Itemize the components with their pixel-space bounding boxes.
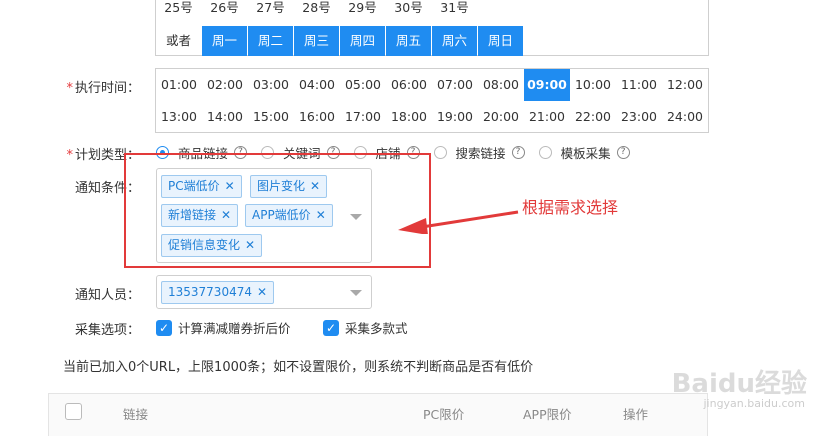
weekday-wed[interactable]: 周三 [294, 26, 339, 56]
watermark-url: jingyan.baidu.com [703, 397, 805, 410]
time-cell[interactable]: 07:00 [432, 69, 478, 101]
checkbox-label: 计算满减赠券折后价 [178, 321, 291, 336]
time-cell[interactable]: 24:00 [662, 101, 708, 133]
time-cell[interactable]: 01:00 [156, 69, 202, 101]
column-header-app-price: APP限价 [523, 407, 572, 422]
time-cell[interactable]: 18:00 [386, 101, 432, 133]
time-cell[interactable]: 12:00 [662, 69, 708, 101]
notify-people-label: 通知人员： [74, 288, 140, 303]
time-cell[interactable]: 03:00 [248, 69, 294, 101]
select-all-checkbox[interactable] [65, 403, 82, 420]
annotation-highlight-frame [124, 153, 431, 268]
exec-time-grid: 01:00 02:00 03:00 04:00 05:00 06:00 07:0… [155, 68, 709, 133]
weekday-or-label: 或者 [165, 33, 191, 48]
collect-options-label: 采集选项： [74, 323, 140, 338]
time-cell[interactable]: 04:00 [294, 69, 340, 101]
weekday-fri[interactable]: 周五 [386, 26, 431, 56]
plan-type-label: * 计划类型： [66, 148, 140, 163]
time-cell[interactable]: 21:00 [524, 101, 570, 133]
annotation-arrow-icon [398, 210, 519, 234]
checkbox-checked-icon[interactable]: ✓ [323, 319, 339, 336]
time-cell[interactable]: 22:00 [570, 101, 616, 133]
help-icon[interactable]: ? [616, 145, 630, 159]
annotation-text: 根据需求选择 [522, 198, 619, 217]
column-header-link: 链接 [123, 407, 149, 422]
watermark-logo: Baidu经验 [671, 369, 807, 399]
time-cell[interactable]: 17:00 [340, 101, 386, 133]
url-table-header: 链接 PC限价 APP限价 操作 [48, 393, 708, 436]
time-cell[interactable]: 13:00 [156, 101, 202, 133]
checkbox-discount-price[interactable]: ✓ 计算满减赠券折后价 [156, 318, 291, 337]
time-cell[interactable]: 14:00 [202, 101, 248, 133]
exec-time-label-text: 执行时间： [74, 81, 140, 96]
weekday-sun[interactable]: 周日 [478, 26, 523, 56]
day-cell-26[interactable]: 26号 [202, 0, 247, 20]
radio-unchecked-icon[interactable] [538, 145, 552, 159]
time-cell[interactable]: 23:00 [616, 101, 662, 133]
day-cell-31[interactable]: 31号 [432, 0, 477, 20]
radio-search-link[interactable]: 搜索链接 ? [433, 143, 525, 162]
day-cell-28[interactable]: 28号 [294, 0, 339, 20]
help-icon[interactable]: ? [511, 145, 525, 159]
radio-unchecked-icon[interactable] [433, 145, 447, 159]
checkbox-label: 采集多款式 [345, 321, 408, 336]
day-cell-25[interactable]: 25号 [156, 0, 201, 20]
weekday-sat[interactable]: 周六 [432, 26, 477, 56]
chevron-down-icon[interactable] [350, 290, 362, 296]
time-cell[interactable]: 19:00 [432, 101, 478, 133]
time-cell[interactable]: 11:00 [616, 69, 662, 101]
notify-people-select[interactable]: 13537730474 ✕ [156, 275, 372, 309]
day-cell-30[interactable]: 30号 [386, 0, 431, 20]
day-cell-29[interactable]: 29号 [340, 0, 385, 20]
tag-label: 13537730474 [168, 285, 252, 299]
radio-template-collect[interactable]: 模板采集 ? [538, 143, 630, 162]
time-cell[interactable]: 08:00 [478, 69, 524, 101]
weekday-tue[interactable]: 周二 [248, 26, 293, 56]
time-cell[interactable]: 20:00 [478, 101, 524, 133]
exec-time-label: * 执行时间： [66, 81, 140, 96]
time-cell[interactable]: 10:00 [570, 69, 616, 101]
radio-label: 搜索链接 [455, 145, 506, 161]
day-of-month-grid: 25号 26号 27号 28号 29号 30号 31号 或者 周一 周二 周三 … [155, 0, 709, 56]
checkbox-checked-icon[interactable]: ✓ [156, 319, 172, 336]
time-cell[interactable]: 06:00 [386, 69, 432, 101]
checkbox-multi-style[interactable]: ✓ 采集多款式 [323, 318, 408, 337]
person-tag: 13537730474 ✕ [161, 281, 275, 304]
column-header-pc-price: PC限价 [423, 407, 465, 422]
time-cell[interactable]: 16:00 [294, 101, 340, 133]
radio-label: 模板采集 [560, 145, 611, 161]
column-header-actions: 操作 [623, 407, 649, 422]
weekday-thu[interactable]: 周四 [340, 26, 385, 56]
time-cell[interactable]: 02:00 [202, 69, 248, 101]
weekday-mon[interactable]: 周一 [202, 26, 247, 56]
day-cell-27[interactable]: 27号 [248, 0, 293, 20]
notify-conditions-label: 通知条件： [74, 181, 140, 196]
time-cell[interactable]: 15:00 [248, 101, 294, 133]
time-cell-selected[interactable]: 09:00 [524, 69, 570, 101]
url-limit-info: 当前已加入0个URL，上限1000条；如不设置限价，则系统不判断商品是否有低价 [63, 360, 534, 375]
time-cell[interactable]: 05:00 [340, 69, 386, 101]
tag-remove-icon[interactable]: ✕ [257, 285, 267, 299]
